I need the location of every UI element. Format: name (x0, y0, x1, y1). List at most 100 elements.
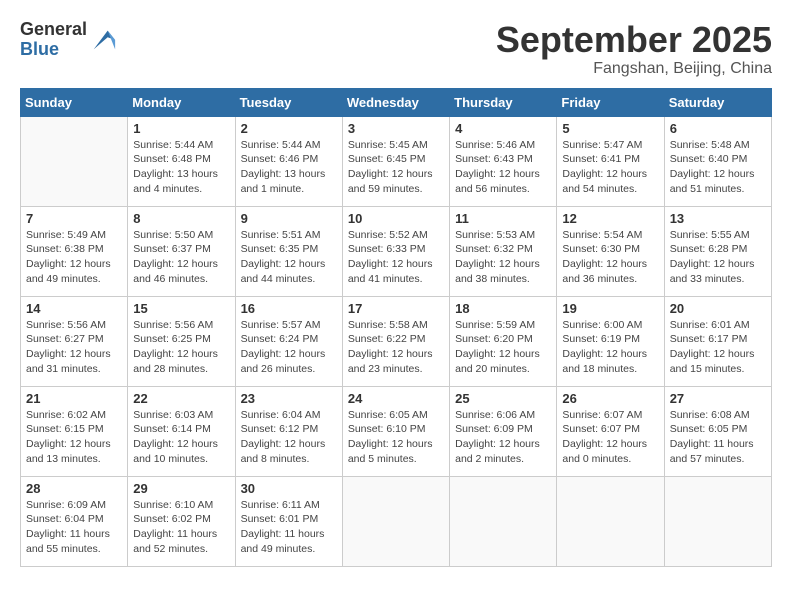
day-cell: 14 Sunrise: 5:56 AMSunset: 6:27 PMDayligh… (21, 296, 128, 386)
day-cell: 2Sunrise: 5:44 AMSunset: 6:46 PMDaylight… (235, 116, 342, 206)
day-cell: 9 Sunrise: 5:51 AMSunset: 6:35 PMDaylight… (235, 206, 342, 296)
day-info: Sunrise: 6:04 AMSunset: 6:12 PMDaylight:… (241, 408, 337, 467)
day-cell: 18Sunrise: 5:59 AMSunset: 6:20 PMDayligh… (450, 296, 557, 386)
day-info: Sunrise: 5:50 AMSunset: 6:37 PMDaylight:… (133, 228, 229, 287)
day-info: Sunrise: 6:07 AMSunset: 6:07 PMDaylight:… (562, 408, 658, 467)
day-number: 28 (26, 481, 122, 496)
weekday-header-sunday: Sunday (21, 88, 128, 116)
day-number: 7 (26, 211, 122, 226)
day-number: 23 (241, 391, 337, 406)
day-info: Sunrise: 6:11 AMSunset: 6:01 PMDaylight:… (241, 498, 337, 557)
weekday-header-monday: Monday (128, 88, 235, 116)
weekday-header-saturday: Saturday (664, 88, 771, 116)
day-number: 10 (348, 211, 444, 226)
logo-general: General (20, 20, 87, 40)
day-info: Sunrise: 6:08 AMSunset: 6:05 PMDaylight:… (670, 408, 766, 467)
day-cell: 16Sunrise: 5:57 AMSunset: 6:24 PMDayligh… (235, 296, 342, 386)
day-number: 29 (133, 481, 229, 496)
day-number: 17 (348, 301, 444, 316)
day-info: Sunrise: 6:06 AMSunset: 6:09 PMDaylight:… (455, 408, 551, 467)
day-number: 19 (562, 301, 658, 316)
day-cell (342, 476, 449, 566)
day-info: Sunrise: 5:51 AMSunset: 6:35 PMDaylight:… (241, 228, 337, 287)
day-cell: 12Sunrise: 5:54 AMSunset: 6:30 PMDayligh… (557, 206, 664, 296)
day-number: 14 (26, 301, 122, 316)
day-number: 13 (670, 211, 766, 226)
day-cell: 1 Sunrise: 5:44 AMSunset: 6:48 PMDaylight… (128, 116, 235, 206)
day-cell: 26 Sunrise: 6:07 AMSunset: 6:07 PMDayligh… (557, 386, 664, 476)
day-cell: 11 Sunrise: 5:53 AMSunset: 6:32 PMDayligh… (450, 206, 557, 296)
page-header: General Blue September 2025 Fangshan, Be… (20, 20, 772, 78)
day-cell: 6 Sunrise: 5:48 AMSunset: 6:40 PMDaylight… (664, 116, 771, 206)
day-cell: 20 Sunrise: 6:01 AMSunset: 6:17 PMDayligh… (664, 296, 771, 386)
day-info: Sunrise: 6:00 AMSunset: 6:19 PMDaylight:… (562, 318, 658, 377)
week-row-3: 14 Sunrise: 5:56 AMSunset: 6:27 PMDayligh… (21, 296, 772, 386)
day-number: 20 (670, 301, 766, 316)
day-cell: 28 Sunrise: 6:09 AMSunset: 6:04 PMDayligh… (21, 476, 128, 566)
day-number: 21 (26, 391, 122, 406)
day-info: Sunrise: 6:10 AMSunset: 6:02 PMDaylight:… (133, 498, 229, 557)
day-cell: 17Sunrise: 5:58 AMSunset: 6:22 PMDayligh… (342, 296, 449, 386)
week-row-2: 7 Sunrise: 5:49 AMSunset: 6:38 PMDaylight… (21, 206, 772, 296)
logo: General Blue (20, 20, 117, 60)
day-cell (664, 476, 771, 566)
day-number: 11 (455, 211, 551, 226)
day-info: Sunrise: 5:59 AMSunset: 6:20 PMDaylight:… (455, 318, 551, 377)
day-info: Sunrise: 6:09 AMSunset: 6:04 PMDaylight:… (26, 498, 122, 557)
day-info: Sunrise: 5:44 AMSunset: 6:48 PMDaylight:… (133, 138, 229, 197)
day-info: Sunrise: 5:46 AMSunset: 6:43 PMDaylight:… (455, 138, 551, 197)
day-cell: 22 Sunrise: 6:03 AMSunset: 6:14 PMDayligh… (128, 386, 235, 476)
day-number: 4 (455, 121, 551, 136)
day-cell: 25 Sunrise: 6:06 AMSunset: 6:09 PMDayligh… (450, 386, 557, 476)
day-info: Sunrise: 6:02 AMSunset: 6:15 PMDaylight:… (26, 408, 122, 467)
day-cell: 15Sunrise: 5:56 AMSunset: 6:25 PMDayligh… (128, 296, 235, 386)
day-cell: 24 Sunrise: 6:05 AMSunset: 6:10 PMDayligh… (342, 386, 449, 476)
weekday-header-tuesday: Tuesday (235, 88, 342, 116)
day-number: 24 (348, 391, 444, 406)
day-number: 26 (562, 391, 658, 406)
logo-blue: Blue (20, 40, 87, 60)
day-number: 2 (241, 121, 337, 136)
day-number: 5 (562, 121, 658, 136)
day-cell: 23 Sunrise: 6:04 AMSunset: 6:12 PMDayligh… (235, 386, 342, 476)
day-number: 9 (241, 211, 337, 226)
day-info: Sunrise: 6:03 AMSunset: 6:14 PMDaylight:… (133, 408, 229, 467)
day-number: 1 (133, 121, 229, 136)
day-cell: 13 Sunrise: 5:55 AMSunset: 6:28 PMDayligh… (664, 206, 771, 296)
day-info: Sunrise: 5:56 AMSunset: 6:27 PMDaylight:… (26, 318, 122, 377)
day-cell: 3 Sunrise: 5:45 AMSunset: 6:45 PMDaylight… (342, 116, 449, 206)
day-info: Sunrise: 6:01 AMSunset: 6:17 PMDaylight:… (670, 318, 766, 377)
day-info: Sunrise: 5:55 AMSunset: 6:28 PMDaylight:… (670, 228, 766, 287)
day-cell: 19 Sunrise: 6:00 AMSunset: 6:19 PMDayligh… (557, 296, 664, 386)
day-cell: 5Sunrise: 5:47 AMSunset: 6:41 PMDaylight… (557, 116, 664, 206)
weekday-header-thursday: Thursday (450, 88, 557, 116)
day-info: Sunrise: 5:45 AMSunset: 6:45 PMDaylight:… (348, 138, 444, 197)
day-info: Sunrise: 5:49 AMSunset: 6:38 PMDaylight:… (26, 228, 122, 287)
day-number: 12 (562, 211, 658, 226)
weekday-header-wednesday: Wednesday (342, 88, 449, 116)
day-info: Sunrise: 5:48 AMSunset: 6:40 PMDaylight:… (670, 138, 766, 197)
day-cell (450, 476, 557, 566)
location: Fangshan, Beijing, China (496, 60, 772, 78)
day-cell: 29 Sunrise: 6:10 AMSunset: 6:02 PMDayligh… (128, 476, 235, 566)
day-cell: 27Sunrise: 6:08 AMSunset: 6:05 PMDayligh… (664, 386, 771, 476)
week-row-4: 21 Sunrise: 6:02 AMSunset: 6:15 PMDayligh… (21, 386, 772, 476)
day-number: 6 (670, 121, 766, 136)
day-info: Sunrise: 5:53 AMSunset: 6:32 PMDaylight:… (455, 228, 551, 287)
day-cell: 7 Sunrise: 5:49 AMSunset: 6:38 PMDaylight… (21, 206, 128, 296)
day-number: 22 (133, 391, 229, 406)
day-cell: 30 Sunrise: 6:11 AMSunset: 6:01 PMDayligh… (235, 476, 342, 566)
day-number: 16 (241, 301, 337, 316)
day-number: 3 (348, 121, 444, 136)
day-info: Sunrise: 6:05 AMSunset: 6:10 PMDaylight:… (348, 408, 444, 467)
day-cell (557, 476, 664, 566)
week-row-5: 28 Sunrise: 6:09 AMSunset: 6:04 PMDayligh… (21, 476, 772, 566)
day-number: 30 (241, 481, 337, 496)
day-number: 25 (455, 391, 551, 406)
weekday-header-row: SundayMondayTuesdayWednesdayThursdayFrid… (21, 88, 772, 116)
week-row-1: 1 Sunrise: 5:44 AMSunset: 6:48 PMDaylight… (21, 116, 772, 206)
calendar-table: SundayMondayTuesdayWednesdayThursdayFrid… (20, 88, 772, 567)
day-info: Sunrise: 5:56 AMSunset: 6:25 PMDaylight:… (133, 318, 229, 377)
weekday-header-friday: Friday (557, 88, 664, 116)
day-cell: 21 Sunrise: 6:02 AMSunset: 6:15 PMDayligh… (21, 386, 128, 476)
